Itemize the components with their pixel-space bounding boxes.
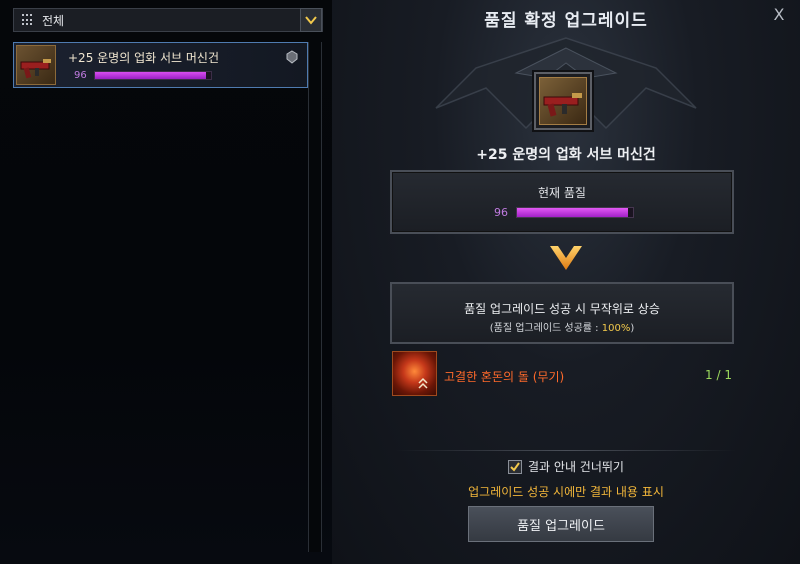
current-quality-fill [517,208,629,217]
current-quality-value: 96 [494,206,508,219]
gun-icon [20,59,51,79]
material-count: 1 / 1 [705,368,732,382]
arrow-down-icon [550,246,582,270]
skip-result-option[interactable]: 결과 안내 건너뛰기 [332,458,800,475]
quality-upgrade-button[interactable]: 품질 업그레이드 [468,506,654,542]
success-rate-text: (품질 업그레이드 성공률 : 100%) [392,319,732,334]
upgrade-info-box: 품질 업그레이드 성공 시 무작위로 상승 (품질 업그레이드 성공률 : 10… [390,282,734,344]
skip-result-label: 결과 안내 건너뛰기 [528,460,624,474]
checkmark-icon [510,461,520,472]
item-quality-fill [95,72,207,79]
item-list: +25 운명의 업화 서브 머신건 96 [13,42,308,552]
filter-label: 전체 [42,13,65,28]
item-large-thumbnail [534,72,592,130]
divider [396,450,736,451]
chaos-stone-icon[interactable] [392,351,437,396]
skip-result-checkbox[interactable] [508,459,523,474]
current-quality-label: 현재 품질 [538,186,586,200]
equipped-icon [285,49,299,64]
material-row: 고결한 혼돈의 돌 (무기) 1 / 1 [390,350,740,398]
item-quality-bar [94,71,212,80]
upgrade-info-text: 품질 업그레이드 성공 시 무작위로 상승 [464,302,660,316]
filter-dropdown[interactable]: 전체 [13,8,323,32]
gun-icon [543,93,582,117]
item-list-panel: 전체 +25 운명의 업화 서브 머신건 96 [0,0,332,564]
item-quality-value: 96 [74,70,87,81]
success-rate-suffix: ) [630,323,635,334]
list-item[interactable]: +25 운명의 업화 서브 머신건 96 [13,42,308,88]
success-rate-value: 100% [601,323,631,334]
success-rate-prefix: (품질 업그레이드 성공률 : [489,323,602,334]
list-scrollbar[interactable] [308,42,322,552]
current-quality-box: 현재 품질 96 [390,170,734,234]
grid-icon [22,14,34,26]
upgrade-dialog: 품질 확정 업그레이드 X +25 운명의 업화 서브 머신건 현재 품질 96 [332,0,800,564]
chevron-down-icon[interactable] [300,8,322,32]
item-name: +25 운명의 업화 서브 머신건 [68,51,219,65]
material-name: 고결한 혼돈의 돌 (무기) [444,370,565,384]
result-notice: 업그레이드 성공 시에만 결과 내용 표시 [468,485,664,499]
item-title: +25 운명의 업화 서브 머신건 [476,147,656,163]
close-button[interactable]: X [770,6,788,24]
current-quality-bar [516,207,634,218]
item-thumbnail [16,45,56,85]
